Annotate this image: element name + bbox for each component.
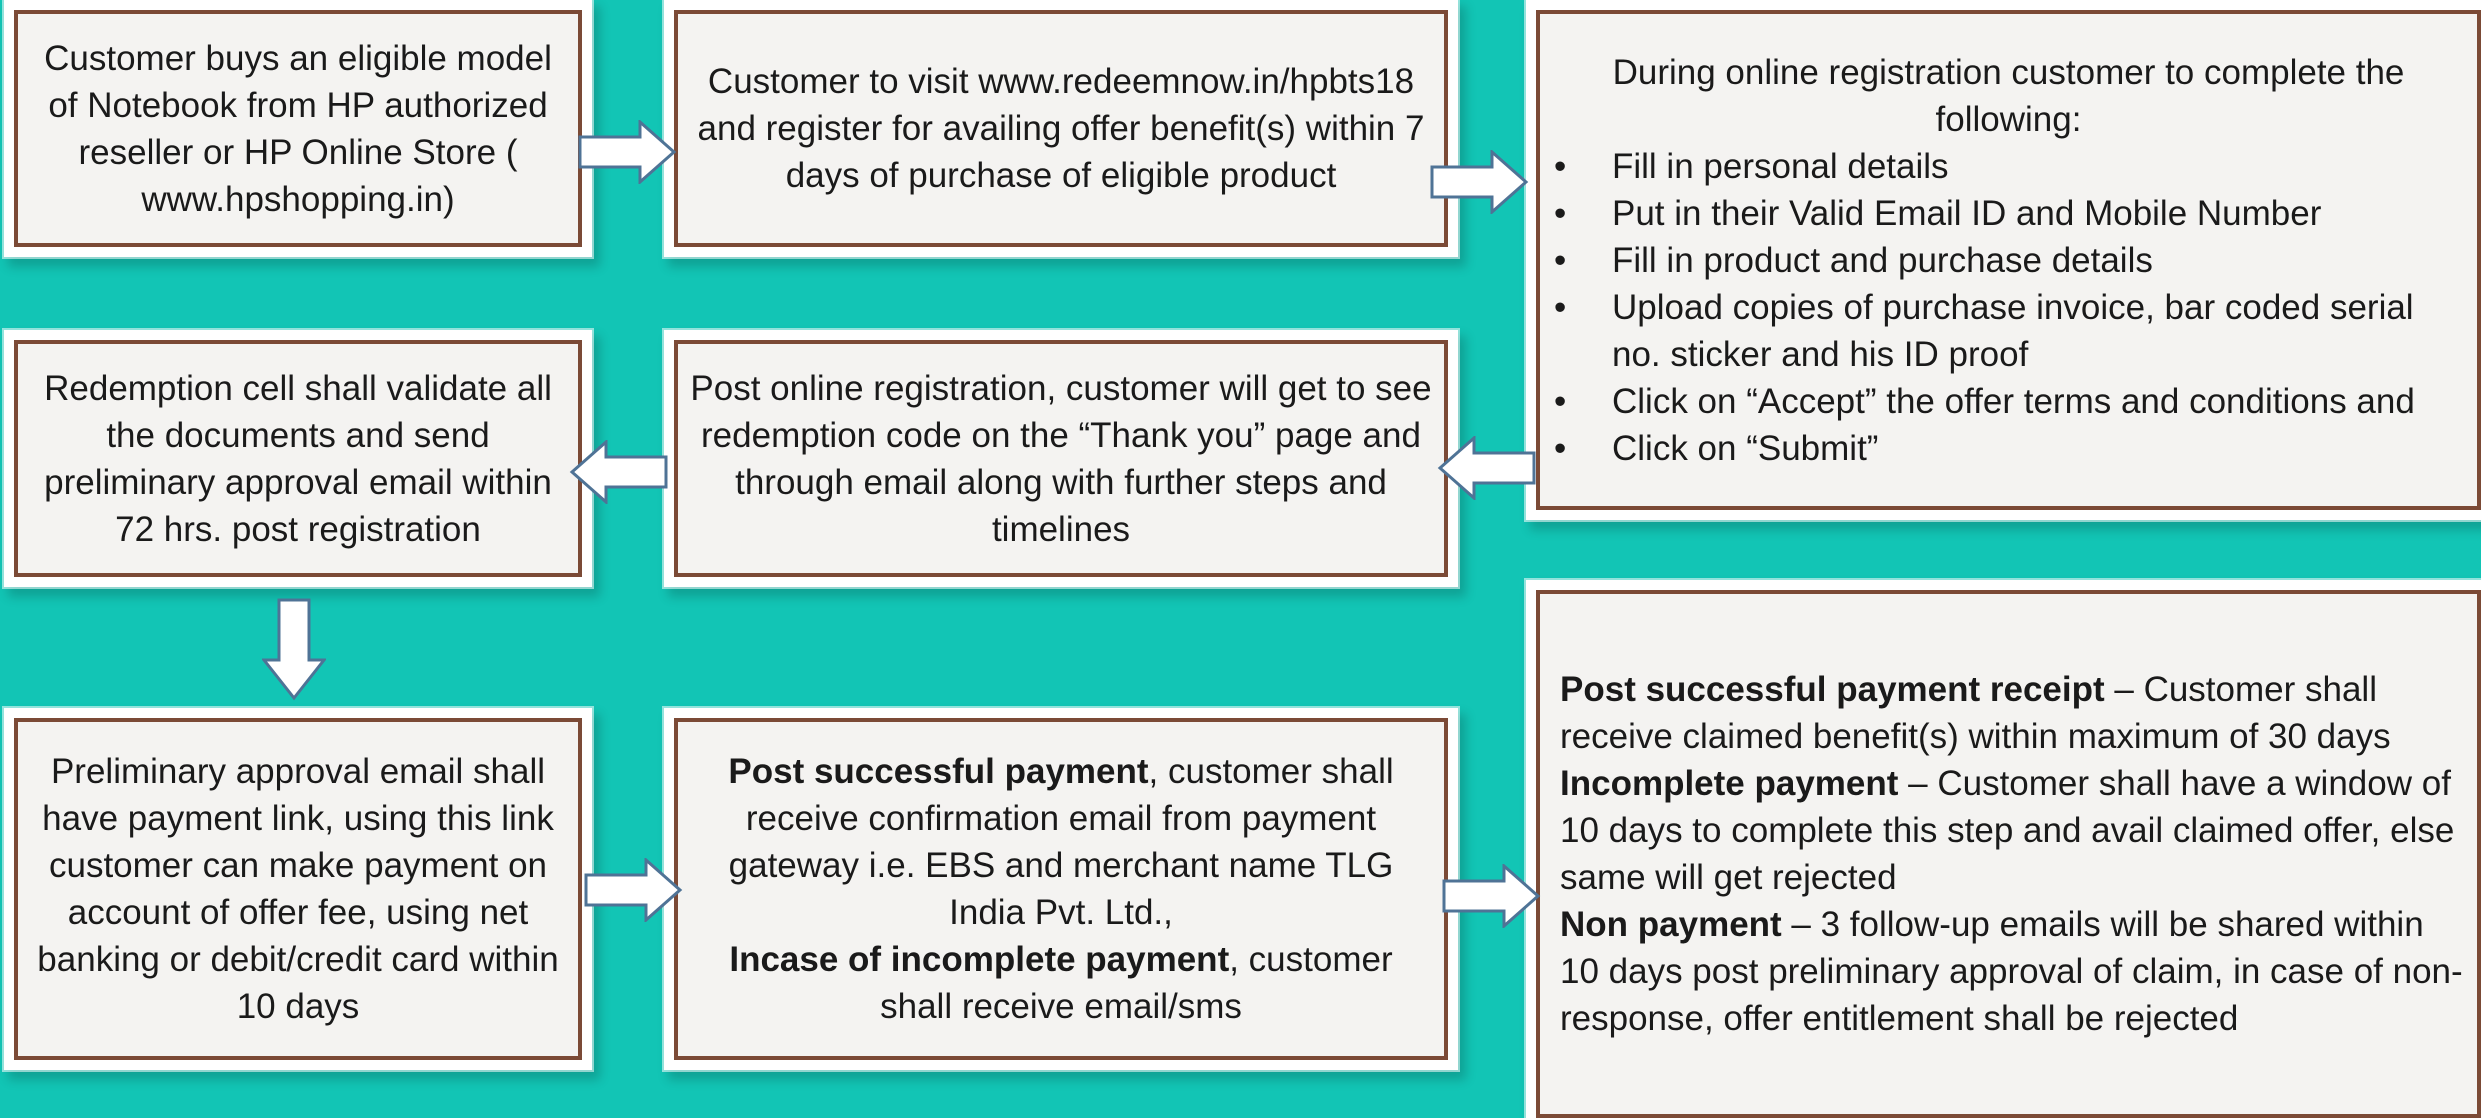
payment-confirmation-bold: Post successful payment bbox=[728, 752, 1149, 791]
step-buy-box: Customer buys an eligible model of Noteb… bbox=[4, 0, 592, 257]
arrow-left-icon bbox=[569, 440, 668, 504]
outcome-incomplete-bold: Incomplete payment bbox=[1560, 764, 1899, 803]
incomplete-payment-bold: Incase of incomplete payment bbox=[729, 940, 1230, 979]
arrow-right-icon bbox=[584, 858, 683, 922]
arrow-right-icon bbox=[578, 120, 677, 184]
step-buy-text: Customer buys an eligible model of Noteb… bbox=[44, 38, 552, 219]
step-registration-box: During online registration customer to c… bbox=[1526, 0, 2481, 520]
step-visit-box: Customer to visit www.redeemnow.in/hpbts… bbox=[664, 0, 1458, 257]
arrow-down-icon bbox=[262, 598, 326, 701]
step-validate-text: Redemption cell shall validate all the d… bbox=[44, 368, 552, 549]
incomplete-payment-para: Incase of incomplete payment, customer s… bbox=[690, 936, 1432, 1030]
list-item: Fill in product and purchase details bbox=[1554, 237, 2463, 284]
list-item: Upload copies of purchase invoice, bar c… bbox=[1554, 284, 2463, 378]
step-redemption-code-text: Post online registration, customer will … bbox=[690, 368, 1432, 549]
arrow-left-icon bbox=[1437, 436, 1536, 500]
step-payment-link-box: Preliminary approval email shall have pa… bbox=[4, 708, 592, 1070]
step-redemption-code-box: Post online registration, customer will … bbox=[664, 330, 1458, 587]
outcome-success-bold: Post successful payment receipt bbox=[1560, 670, 2105, 709]
step-registration-heading: During online registration customer to c… bbox=[1612, 52, 2405, 139]
step-visit-text: Customer to visit www.redeemnow.in/hpbts… bbox=[697, 62, 1425, 195]
list-item: Fill in personal details bbox=[1554, 143, 2463, 190]
list-item: Put in their Valid Email ID and Mobile N… bbox=[1554, 190, 2463, 237]
outcome-nonpayment-bold: Non payment bbox=[1560, 905, 1782, 944]
arrow-right-icon bbox=[1430, 150, 1529, 214]
step-payment-confirmation-box: Post successful payment, customer shall … bbox=[664, 708, 1458, 1070]
step-payment-link-text: Preliminary approval email shall have pa… bbox=[37, 752, 559, 1026]
payment-confirmation-para: Post successful payment, customer shall … bbox=[690, 748, 1432, 936]
arrow-right-icon bbox=[1442, 864, 1541, 928]
outcomes-text: Post successful payment receipt – Custom… bbox=[1560, 666, 2463, 1042]
step-outcomes-box: Post successful payment receipt – Custom… bbox=[1526, 580, 2481, 1118]
list-item: Click on “Submit” bbox=[1554, 425, 2463, 472]
step-registration-list: Fill in personal details Put in their Va… bbox=[1554, 143, 2463, 472]
list-item: Click on “Accept” the offer terms and co… bbox=[1554, 378, 2463, 425]
step-validate-box: Redemption cell shall validate all the d… bbox=[4, 330, 592, 587]
